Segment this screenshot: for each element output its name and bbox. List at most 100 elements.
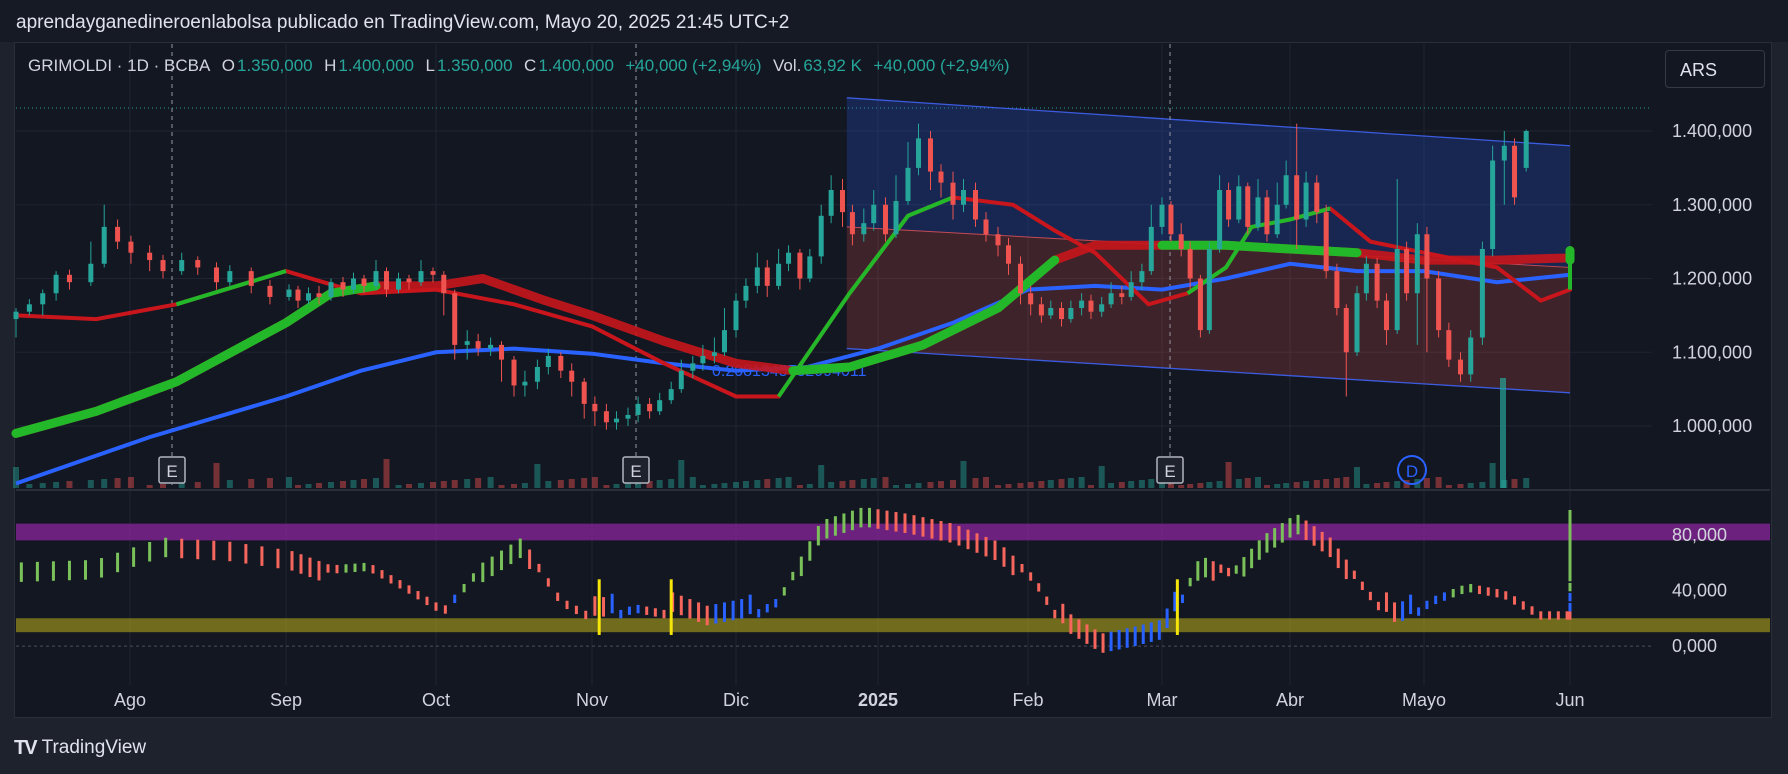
candle-body (248, 271, 254, 286)
volume-bar (1263, 485, 1270, 488)
candle-body (916, 138, 921, 168)
osc-bar (1257, 540, 1261, 560)
candle-body (1383, 300, 1389, 331)
volume-bar (1235, 479, 1242, 488)
osc-bar (850, 510, 854, 531)
volume-bar (1423, 478, 1430, 488)
osc-bar (380, 570, 384, 579)
osc-bar (903, 513, 907, 533)
osc-bar (825, 519, 829, 539)
volume-bar (521, 483, 528, 488)
volume-bar (796, 485, 803, 488)
osc-bar (1352, 570, 1356, 579)
candle-body (464, 341, 470, 345)
volume-bar (668, 479, 675, 488)
volume-bar (742, 481, 749, 488)
volume-bar (860, 479, 867, 488)
candle-body (534, 367, 540, 382)
volume-bar (511, 484, 517, 488)
osc-bar (471, 573, 475, 582)
osc-bar (1242, 557, 1246, 577)
candle-body (1374, 263, 1380, 301)
osc-bar (317, 560, 321, 581)
candle-body (1079, 300, 1085, 308)
osc-bar (1180, 594, 1184, 603)
osc-bar (731, 600, 735, 621)
candle-body (1394, 249, 1400, 331)
volume-bar (950, 480, 956, 488)
volume-bar (1047, 480, 1054, 488)
time-tick-label: Sep (270, 690, 302, 710)
volume-bar (960, 461, 967, 488)
candle-body (1446, 330, 1452, 360)
osc-bar (1504, 591, 1508, 600)
time-tick-label: Mar (1147, 690, 1178, 710)
candle-body (452, 293, 458, 345)
chart-canvas[interactable]: 0.2081345732994011E E E D1.400,0001.300,000… (0, 0, 1788, 774)
osc-bar (1320, 531, 1324, 552)
candle-body (26, 304, 32, 312)
volume-bar (557, 480, 564, 488)
osc-bar (537, 563, 541, 573)
candle-body (995, 234, 1001, 246)
candle-body (733, 300, 739, 331)
volume-bar (1038, 481, 1045, 488)
osc-bar (1417, 607, 1421, 616)
volume-bar (1333, 478, 1340, 488)
time-tick-label: 2025 (858, 690, 898, 710)
osc-bar (132, 547, 136, 567)
candle-body (1490, 160, 1496, 249)
osc-bar (1037, 583, 1041, 592)
volume-bar (316, 483, 322, 488)
osc-bar (1117, 629, 1121, 650)
osc-bar (1273, 528, 1277, 548)
price-tick-label: 1.000,000 (1672, 416, 1752, 436)
time-tick-label: Jun (1555, 690, 1584, 710)
vol-value: 63,92 K (803, 56, 862, 75)
osc-bar (939, 521, 943, 541)
volume-bar (26, 484, 33, 488)
change-value: +40,000 (+2,94%) (625, 56, 762, 75)
candle-body (1068, 308, 1074, 320)
close-value: 1.400,000 (538, 56, 614, 75)
volume-bar (305, 484, 312, 488)
volume-bar (828, 482, 835, 488)
volume-bar (383, 459, 390, 488)
osc-bar (688, 599, 692, 619)
osc-bar (1521, 601, 1525, 610)
osc-bar (565, 600, 569, 610)
volume-bar (1187, 484, 1194, 488)
osc-bar (1486, 587, 1490, 596)
candle-body (1038, 304, 1044, 316)
volume-bar (1394, 481, 1401, 488)
osc-bar (791, 571, 795, 581)
osc-bar (1328, 537, 1332, 558)
currency-button[interactable]: ARS (1665, 50, 1765, 88)
volume-bar (893, 485, 899, 488)
osc-bar (308, 557, 312, 578)
candle-body (1178, 234, 1184, 249)
volume-bar (1225, 462, 1232, 488)
candle-body (797, 252, 803, 279)
tradingview-logo-icon: TV (14, 736, 38, 759)
candle-body (690, 363, 696, 371)
volume-bar (733, 482, 739, 488)
candle-body (1245, 186, 1251, 227)
symbol-label[interactable]: GRIMOLDI · 1D · BCBA (28, 56, 210, 75)
candle-body (905, 167, 911, 202)
candle-body (786, 252, 792, 264)
candle-body (128, 241, 134, 253)
volume-bar (849, 480, 856, 488)
candle-body (950, 182, 956, 205)
candle-body (1523, 131, 1529, 168)
volume-bar (1087, 485, 1094, 488)
vol-key: Vol. (772, 56, 802, 75)
open-value: 1.350,000 (237, 56, 313, 75)
osc-tick-label: 80,000 (1672, 525, 1727, 545)
osc-bar (1234, 565, 1238, 574)
osc-bar (740, 599, 744, 619)
candle-body (1468, 337, 1474, 375)
osc-bar (1568, 592, 1572, 602)
price-tick-label: 1.300,000 (1672, 195, 1752, 215)
candle-body (1197, 278, 1203, 331)
